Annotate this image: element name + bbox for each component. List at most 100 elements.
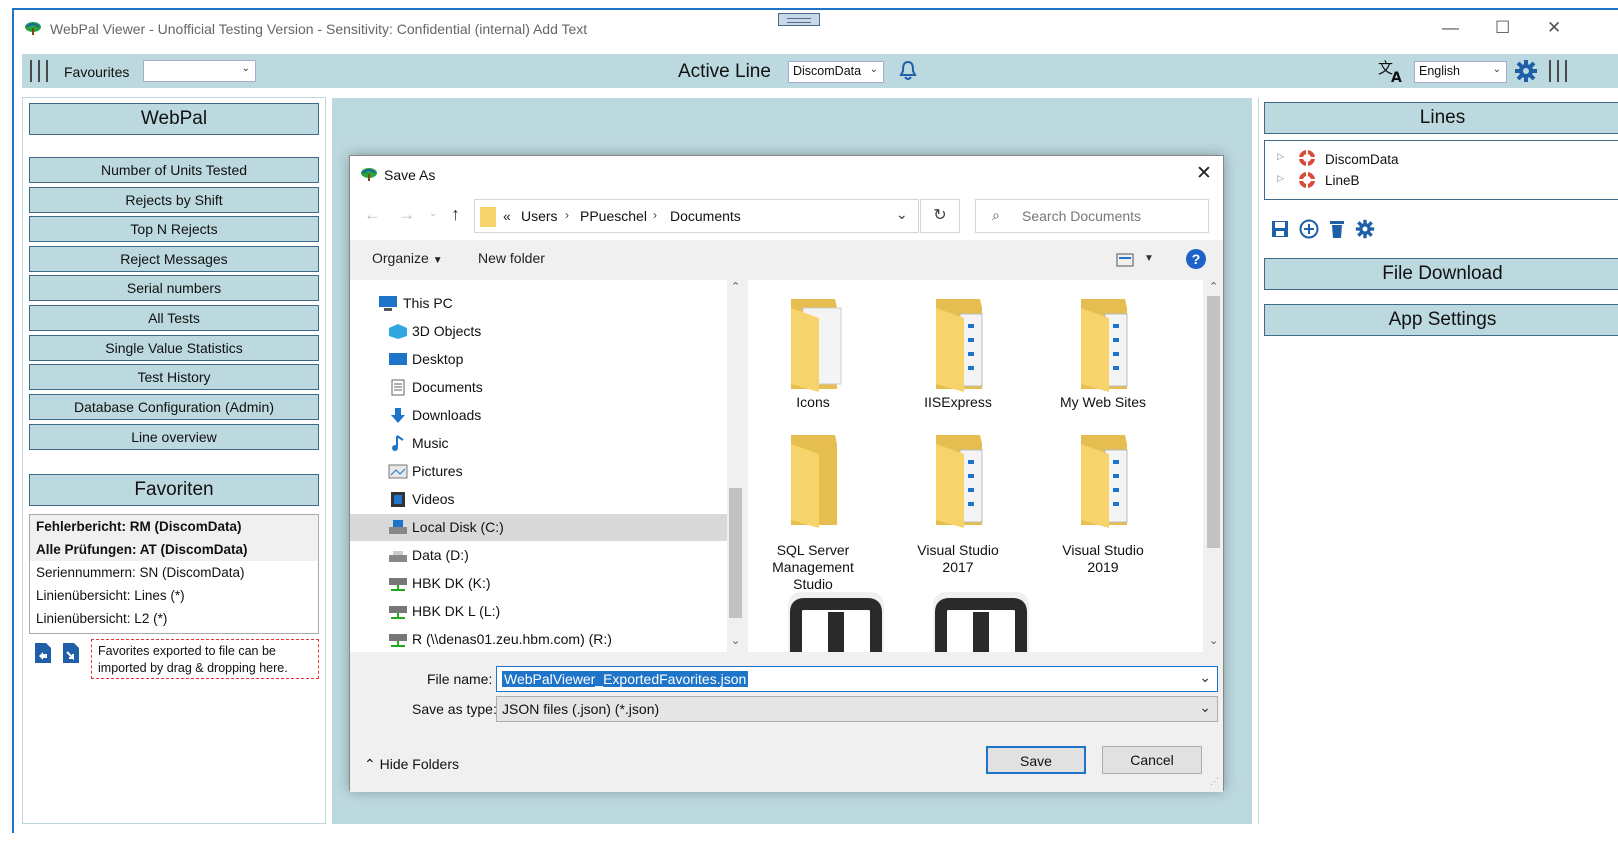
nav-serial-numbers[interactable]: Serial numbers (29, 275, 319, 301)
trash-icon[interactable] (1329, 219, 1345, 239)
gear-icon[interactable] (1514, 59, 1538, 83)
tree-item-this-pc[interactable]: This PC (350, 290, 726, 317)
add-circle-icon[interactable] (1299, 219, 1319, 239)
nav-database-configuration[interactable]: Database Configuration (Admin) (29, 394, 319, 420)
breadcrumb-overflow[interactable]: « (503, 208, 511, 224)
tree-item-pictures[interactable]: Pictures (350, 458, 726, 485)
breadcrumb-separator-icon[interactable]: › (565, 208, 569, 222)
tree-item-music[interactable]: Music (350, 430, 726, 457)
files-scroll-thumb[interactable] (1207, 296, 1220, 548)
bell-icon[interactable] (898, 60, 918, 82)
folder-item-icons[interactable]: ℓ Icons (763, 294, 863, 410)
nav-single-value-statistics[interactable]: Single Value Statistics (29, 335, 319, 361)
favorite-item[interactable]: Alle Prüfungen: AT (DiscomData) (30, 538, 318, 561)
folder-icon (1081, 435, 1128, 528)
favourites-select[interactable]: ⌄ (143, 60, 256, 82)
expand-arrow-icon[interactable]: ▷ (1277, 151, 1284, 162)
folder-item-iisexpress[interactable]: IISExpress (908, 294, 1008, 410)
tree-item-data-d[interactable]: Data (D:) (350, 542, 726, 569)
lines-header-button[interactable]: Lines (1264, 102, 1618, 134)
tree-item-hbk-dk-k[interactable]: HBK DK (K:) (350, 570, 726, 597)
nav-test-history[interactable]: Test History (29, 364, 319, 390)
file-item-partial-icon[interactable] (788, 592, 884, 652)
folder-item-visual-studio-2017[interactable]: Visual Studio 2017 (908, 430, 1008, 575)
nav-all-tests[interactable]: All Tests (29, 305, 319, 331)
resize-grip-icon[interactable]: ⋰ (1210, 776, 1219, 787)
nav-number-of-units-tested[interactable]: Number of Units Tested (29, 157, 319, 183)
file-name-label: File name: (427, 671, 493, 687)
menu-bars-icon[interactable] (1547, 60, 1569, 82)
view-dropdown-icon[interactable]: ▼ (1144, 253, 1154, 264)
favorites-header-button[interactable]: Favoriten (29, 474, 319, 506)
tree-item-3d-objects[interactable]: 3D Objects (350, 318, 726, 345)
save-type-select[interactable]: JSON files (.json) (*.json) ⌄ (496, 696, 1218, 722)
gear-icon[interactable] (1355, 219, 1375, 239)
window-grip-handle[interactable] (778, 13, 820, 26)
up-arrow-icon[interactable]: ↑ (451, 204, 460, 225)
favorite-item[interactable]: Linienübersicht: Lines (*) (30, 584, 318, 607)
chevron-down-icon[interactable]: ⌄ (1199, 669, 1211, 686)
tree-scrollbar[interactable]: ⌃ ⌄ (727, 280, 744, 652)
save-button[interactable]: Save (986, 746, 1086, 774)
tree-item-documents[interactable]: Documents (350, 374, 726, 401)
music-note-icon (392, 435, 404, 451)
tree-item-downloads[interactable]: Downloads (350, 402, 726, 429)
folder-item-visual-studio-2019[interactable]: Visual Studio 2019 (1053, 430, 1153, 575)
translate-icon[interactable]: 文A (1378, 59, 1406, 83)
nav-rejects-by-shift[interactable]: Rejects by Shift (29, 187, 319, 213)
organize-button[interactable]: Organize ▼ (372, 250, 443, 266)
forward-arrow-icon[interactable]: → (398, 205, 415, 225)
import-favorites-icon[interactable] (33, 642, 53, 664)
favorite-item[interactable]: Seriennummern: SN (DiscomData) (30, 561, 318, 584)
view-options-icon[interactable] (1116, 253, 1134, 267)
refresh-icon[interactable]: ↻ (920, 199, 960, 233)
language-select[interactable]: English ⌄ (1414, 61, 1507, 83)
active-line-select[interactable]: DiscomData ⌄ (788, 61, 884, 83)
folder-item-my-web-sites[interactable]: My Web Sites (1053, 294, 1153, 410)
dialog-close-icon[interactable]: ✕ (1196, 162, 1212, 185)
maximize-button[interactable]: ☐ (1495, 18, 1510, 38)
search-box[interactable]: ⌕ Search Documents (975, 199, 1209, 233)
breadcrumb-ppueschel[interactable]: PPueschel (580, 208, 647, 224)
tree-item-videos[interactable]: Videos (350, 486, 726, 513)
breadcrumb-documents[interactable]: Documents (670, 208, 741, 224)
tree-item-hbk-dk-l[interactable]: HBK DK L (L:) (350, 598, 726, 625)
save-icon[interactable] (1271, 220, 1289, 238)
breadcrumb-users[interactable]: Users (521, 208, 558, 224)
export-favorites-icon[interactable] (61, 642, 81, 664)
address-dropdown-icon[interactable]: ⌄ (896, 206, 908, 223)
close-button[interactable]: ✕ (1547, 18, 1561, 38)
nav-line-overview[interactable]: Line overview (29, 424, 319, 450)
folder-item-sql-server-management-studio[interactable]: SQL Server Management Studio (763, 430, 863, 592)
favorite-item[interactable]: Linienübersicht: L2 (*) (30, 607, 318, 630)
breadcrumb-separator-icon[interactable]: › (653, 208, 657, 222)
hide-folders-button[interactable]: ⌃ Hide Folders (364, 756, 459, 773)
tree-item-r-drive[interactable]: R (\\denas01.zeu.hbm.com) (R:) (350, 626, 726, 652)
drop-zone-note[interactable]: Favorites exported to file can be import… (91, 639, 319, 679)
minimize-button[interactable]: — (1442, 18, 1459, 38)
file-download-button[interactable]: File Download (1264, 258, 1618, 290)
line-item-lineb[interactable]: LineB (1325, 173, 1360, 188)
file-item-partial-icon[interactable] (933, 592, 1029, 652)
files-scrollbar[interactable]: ⌃ ⌄ (1205, 280, 1222, 652)
back-arrow-icon[interactable]: ← (364, 205, 381, 225)
expand-arrow-icon[interactable]: ▷ (1277, 173, 1284, 184)
address-bar[interactable]: « Users › PPueschel › Documents ⌄ (474, 199, 919, 233)
nav-top-n-rejects[interactable]: Top N Rejects (29, 216, 319, 242)
cancel-button[interactable]: Cancel (1102, 746, 1202, 774)
nav-reject-messages[interactable]: Reject Messages (29, 246, 319, 272)
line-item-discomdata[interactable]: DiscomData (1325, 152, 1399, 167)
new-folder-button[interactable]: New folder (478, 250, 545, 266)
desktop-icon (389, 353, 407, 365)
recent-chevron-icon[interactable]: ⌄ (429, 208, 437, 219)
webpal-header-button[interactable]: WebPal (29, 103, 319, 135)
tree-scroll-thumb[interactable] (729, 488, 742, 618)
file-name-input[interactable]: WebPalViewer_ExportedFavorites.json ⌄ (496, 666, 1218, 692)
menu-bars-icon[interactable] (28, 60, 50, 82)
chevron-down-icon[interactable]: ⌄ (1199, 699, 1211, 716)
help-icon[interactable]: ? (1186, 249, 1206, 269)
favorite-item[interactable]: Fehlerbericht: RM (DiscomData) (30, 515, 318, 538)
tree-item-desktop[interactable]: Desktop (350, 346, 726, 373)
app-settings-button[interactable]: App Settings (1264, 304, 1618, 336)
tree-item-local-disk-c[interactable]: Local Disk (C:) (350, 514, 727, 541)
